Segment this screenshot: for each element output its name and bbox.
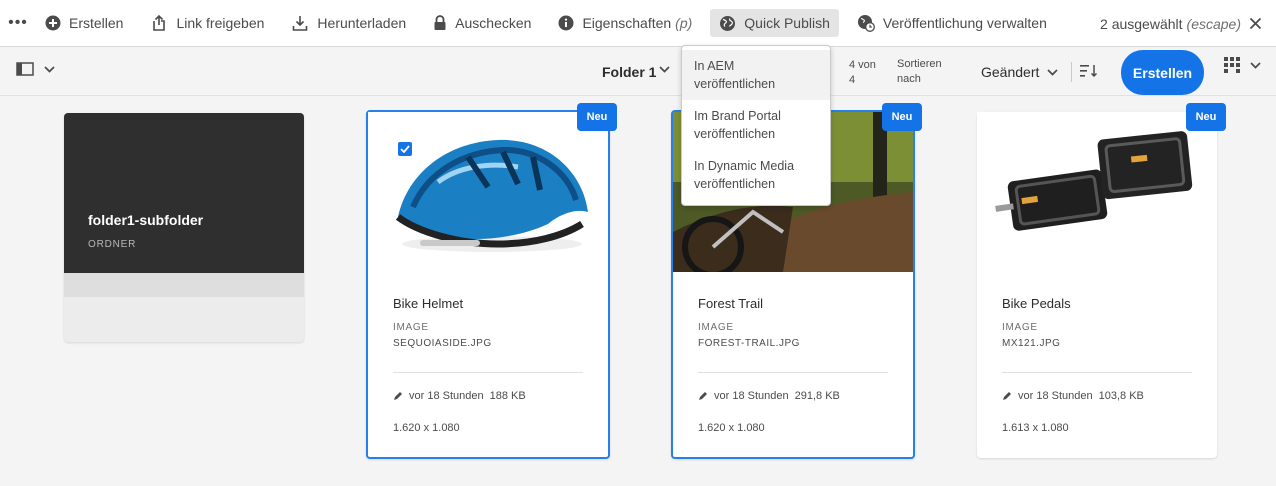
folder-type-label: ORDNER — [88, 239, 137, 250]
share-link-label: Link freigeben — [176, 15, 265, 31]
selection-count: 2 ausgewählt — [1100, 15, 1183, 32]
asset-filename: FOREST-TRAIL.JPG — [698, 338, 800, 349]
asset-title: Bike Pedals — [1002, 296, 1071, 311]
download-label: Herunterladen — [317, 15, 407, 31]
sort-direction-icon[interactable] — [1080, 64, 1098, 78]
asset-type: IMAGE — [698, 322, 734, 333]
sort-by-label: Sortieren nach — [897, 58, 942, 85]
folder-title: folder1-subfolder — [88, 212, 204, 228]
view-switcher[interactable] — [1224, 57, 1261, 73]
card-divider — [393, 372, 583, 373]
globe-icon — [720, 15, 736, 31]
download-action[interactable]: Herunterladen — [282, 9, 415, 37]
asset-thumbnail — [977, 112, 1217, 272]
close-icon[interactable] — [1249, 17, 1262, 30]
sort-field-select[interactable]: Geändert — [981, 64, 1058, 80]
create-action-label: Erstellen — [69, 15, 124, 31]
checkout-label: Auschecken — [455, 15, 532, 31]
modified-time: vor 18 Stunden — [409, 390, 484, 402]
chevron-down-icon — [1250, 61, 1261, 69]
new-badge: Neu — [577, 103, 617, 131]
create-button[interactable]: Erstellen — [1121, 50, 1204, 95]
checkbox-checked-icon — [398, 142, 412, 156]
modified-time: vor 18 Stunden — [714, 390, 789, 402]
download-icon — [293, 16, 308, 31]
toolbar-divider — [1071, 62, 1072, 82]
manage-publication-action[interactable]: Veröffentlichung verwalten — [848, 9, 1056, 37]
rail-toggle-button[interactable] — [16, 62, 55, 76]
checkout-action[interactable]: Auschecken — [424, 9, 540, 37]
asset-meta: vor 18 Stunden 188 KB — [393, 390, 526, 402]
info-icon — [558, 15, 574, 31]
modified-time: vor 18 Stunden — [1018, 390, 1093, 402]
folder-thumbnail: folder1-subfolder ORDNER — [64, 113, 304, 273]
selection-escape-hint: (escape) — [1186, 15, 1241, 32]
asset-card-bike-pedals[interactable]: Neu Bike Pedals IMAGE MX121.JPG vor 18 S… — [977, 103, 1226, 458]
chevron-down-icon — [1047, 68, 1058, 76]
item-counter: 4 von 4 — [849, 59, 876, 86]
folder-card[interactable]: folder1-subfolder ORDNER — [64, 113, 304, 342]
menu-item-publish-aem[interactable]: In AEM veröffentlichen — [682, 50, 830, 100]
current-folder-title[interactable]: Folder 1 — [602, 64, 656, 80]
selection-status: 2 ausgewählt (escape) — [1100, 0, 1262, 47]
add-circle-icon — [45, 15, 61, 31]
asset-title: Forest Trail — [698, 296, 764, 311]
asset-filename: SEQUOIASIDE.JPG — [393, 338, 492, 349]
selection-checkbox[interactable] — [384, 128, 426, 170]
image-dimensions: 1.620 x 1.080 — [393, 422, 460, 434]
action-bar: ••• Erstellen Link freigeben Herunterlad… — [0, 0, 1276, 47]
chevron-down-icon[interactable] — [659, 66, 670, 73]
quick-publish-menu: In AEM veröffentlichen Im Brand Portal v… — [681, 45, 831, 206]
menu-item-publish-brand-portal[interactable]: Im Brand Portal veröffentlichen — [682, 100, 830, 150]
asset-meta: vor 18 Stunden 103,8 KB — [1002, 390, 1144, 402]
globe-clock-icon — [857, 15, 875, 32]
bike-pedals-image — [995, 131, 1193, 231]
file-size: 103,8 KB — [1098, 390, 1144, 402]
chevron-down-icon — [44, 65, 55, 73]
sort-field-value: Geändert — [981, 64, 1040, 80]
properties-label: Eigenschaften — [582, 15, 672, 31]
share-icon — [153, 14, 166, 31]
create-action[interactable]: Erstellen — [36, 9, 132, 37]
quick-publish-action[interactable]: Quick Publish — [710, 9, 839, 37]
card-view-icon — [1224, 57, 1240, 73]
file-size: 291,8 KB — [794, 390, 840, 402]
lock-icon — [434, 15, 446, 30]
asset-thumbnail — [368, 112, 608, 272]
pencil-icon — [699, 392, 707, 400]
image-dimensions: 1.613 x 1.080 — [1002, 422, 1069, 434]
asset-card-bike-helmet[interactable]: Neu Bike Helmet IMAGE SEQUOIASIDE.JPG vo… — [366, 103, 617, 459]
quick-publish-label: Quick Publish — [744, 15, 830, 31]
image-dimensions: 1.620 x 1.080 — [698, 422, 765, 434]
card-divider — [1002, 372, 1192, 373]
menu-item-publish-dynamic-media[interactable]: In Dynamic Media veröffentlichen — [682, 150, 830, 200]
manage-publication-label: Veröffentlichung verwalten — [882, 15, 1047, 31]
new-badge: Neu — [1186, 103, 1226, 131]
asset-meta: vor 18 Stunden 291,8 KB — [698, 390, 840, 402]
card-divider — [698, 372, 888, 373]
pencil-icon — [1003, 392, 1011, 400]
pencil-icon — [394, 392, 402, 400]
properties-action[interactable]: Eigenschaften (p) — [549, 9, 701, 37]
file-size: 188 KB — [489, 390, 526, 402]
new-badge: Neu — [882, 103, 922, 131]
asset-type: IMAGE — [393, 322, 429, 333]
folder-band — [64, 273, 304, 297]
share-link-action[interactable]: Link freigeben — [141, 9, 273, 37]
asset-filename: MX121.JPG — [1002, 338, 1061, 349]
properties-shortcut-hint: (p) — [675, 15, 693, 31]
more-actions-button[interactable]: ••• — [0, 0, 36, 47]
asset-title: Bike Helmet — [393, 296, 464, 311]
sidebar-panel-icon — [16, 62, 34, 76]
asset-type: IMAGE — [1002, 322, 1038, 333]
content-toolbar: Folder 1 4 von 4 Sortieren nach Geändert… — [0, 47, 1276, 96]
